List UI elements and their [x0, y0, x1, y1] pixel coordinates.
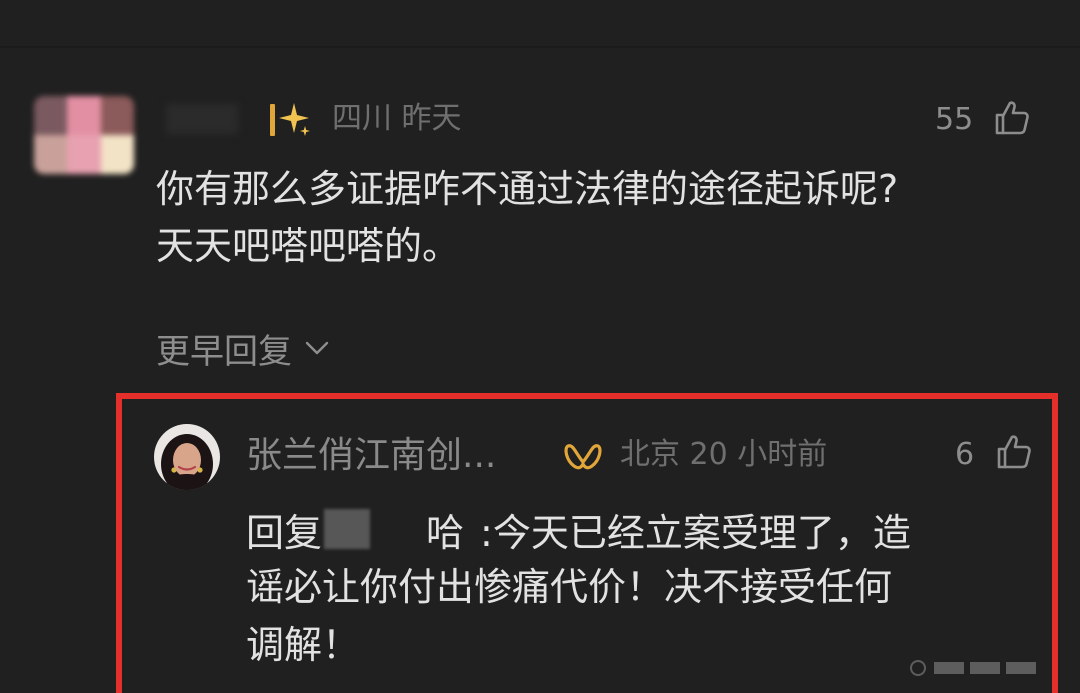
thumbs-up-icon[interactable] [994, 432, 1034, 472]
time-label: 20 小时前 [689, 437, 828, 472]
reply-text-line: 回复 哈 :今天已经立案受理了，造 [246, 501, 911, 557]
reply-text-fragment: :今天已经立案受理了，造 [480, 510, 911, 555]
username-redacted [324, 509, 371, 549]
thumbs-up-icon[interactable] [992, 98, 1032, 138]
reply-text: 谣必让你付出惨痛代价！决不接受任何 调解！ [246, 558, 892, 674]
comment-meta: 四川 昨天 [332, 104, 462, 134]
comment-text-line: 天天吧嗒吧嗒的。 [156, 224, 461, 268]
reply-prefix: 回复 [246, 510, 323, 555]
location-label: 四川 [332, 101, 392, 136]
reply-meta: 北京 20 小时前 [620, 440, 827, 470]
chevron-down-icon [305, 341, 329, 355]
sparkle-badge-icon [270, 103, 310, 136]
avatar[interactable] [34, 96, 134, 174]
reply-text-line: 调解！ [246, 623, 361, 667]
watermark [910, 660, 1036, 676]
earlier-replies-link[interactable]: 更早回复 [156, 328, 330, 372]
location-label: 北京 [620, 437, 680, 472]
like-count: 6 [955, 437, 975, 472]
mention-suffix: 哈 [426, 510, 465, 555]
vip-badge-icon [564, 444, 602, 470]
comment-text: 你有那么多证据咋不通过法律的途径起诉呢? 天天吧嗒吧嗒的。 [156, 161, 898, 275]
reply-author-name[interactable]: 张兰俏江南创... [246, 438, 496, 474]
like-count: 55 [935, 102, 974, 137]
avatar[interactable] [154, 424, 220, 490]
time-label: 昨天 [401, 101, 462, 136]
earlier-replies-label: 更早回复 [156, 331, 292, 372]
reply-text-line: 谣必让你付出惨痛代价！决不接受任何 [246, 565, 893, 609]
username-redacted [166, 104, 238, 134]
divider [0, 46, 1080, 48]
comment-text-line: 你有那么多证据咋不通过法律的途径起诉呢? [156, 167, 899, 211]
